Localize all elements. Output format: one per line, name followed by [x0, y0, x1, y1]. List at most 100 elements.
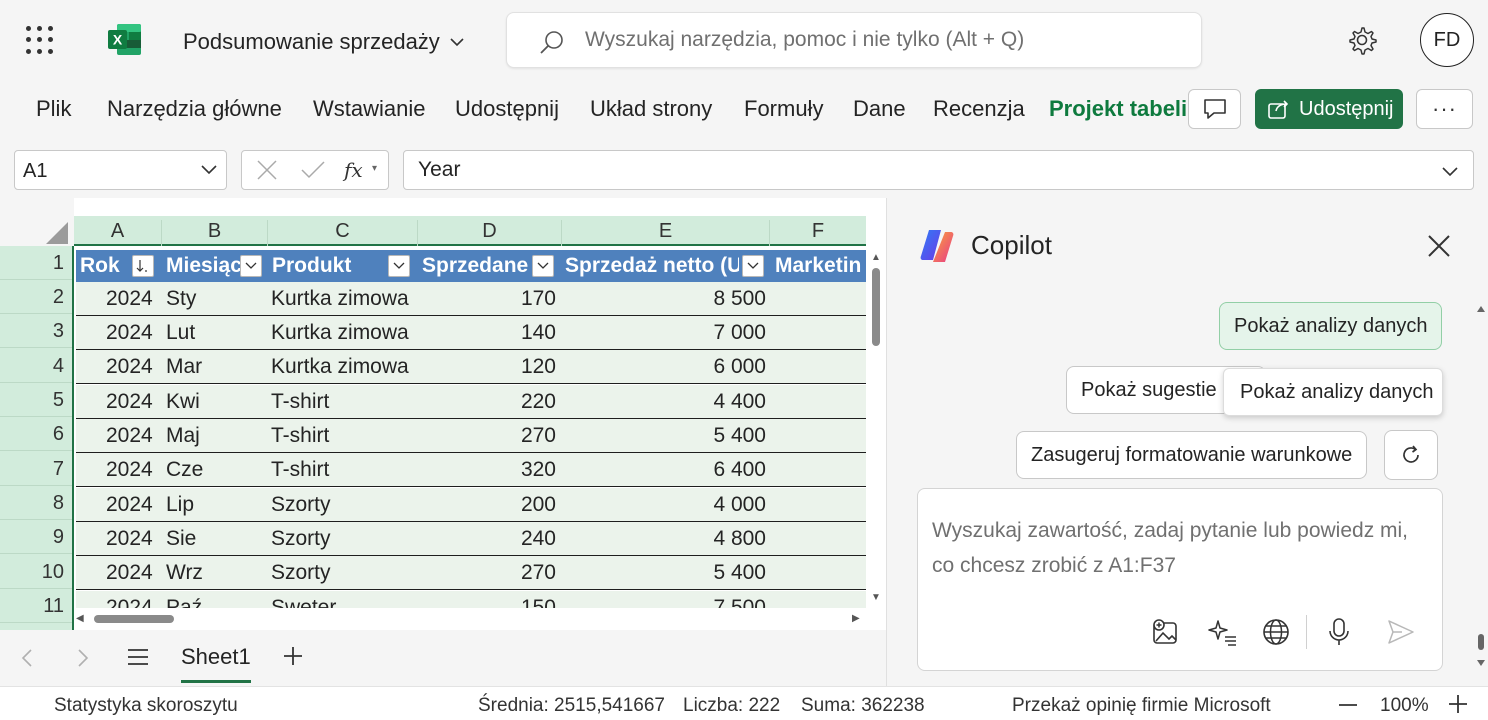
share-button[interactable]: Udostępnij [1255, 89, 1403, 129]
filter-dropdown-icon[interactable] [742, 255, 764, 277]
column-header[interactable]: C [268, 220, 418, 246]
cell-month[interactable]: Wrz [166, 561, 203, 585]
zoom-out-icon[interactable] [1338, 703, 1358, 707]
copilot-scrollbar[interactable] [1474, 300, 1488, 680]
row-header[interactable]: 4 [0, 349, 72, 383]
tab-file[interactable]: Plik [36, 96, 71, 122]
cell-month[interactable]: Maj [166, 424, 200, 448]
row-header[interactable]: 7 [0, 452, 72, 486]
row-header[interactable]: 1 [0, 246, 72, 280]
app-launcher-icon[interactable] [26, 26, 54, 54]
scroll-right-icon[interactable]: ▶ [852, 613, 860, 624]
cell-sold[interactable]: 270 [446, 424, 556, 448]
cell-product[interactable]: Kurtka zimowa [271, 321, 409, 345]
prompts-sparkle-icon[interactable] [1206, 617, 1238, 647]
cell-net-sales[interactable]: 4 800 [616, 527, 766, 551]
cell-product[interactable]: T-shirt [271, 390, 329, 414]
cell-month[interactable]: Cze [166, 458, 203, 482]
cell-sold[interactable]: 200 [446, 493, 556, 517]
cell-year[interactable]: 2024 [106, 390, 153, 414]
tab-data[interactable]: Dane [853, 96, 906, 122]
send-icon[interactable] [1386, 617, 1416, 647]
column-header[interactable]: D [418, 220, 562, 246]
user-avatar[interactable]: FD [1420, 13, 1474, 67]
cell-net-sales[interactable]: 7 000 [616, 321, 766, 345]
table-header-cell[interactable]: Sprzedane [418, 250, 530, 282]
cell-month[interactable]: Mar [166, 355, 202, 379]
cell-sold[interactable]: 220 [446, 390, 556, 414]
cell-product[interactable]: T-shirt [271, 458, 329, 482]
add-image-icon[interactable] [1150, 617, 1180, 647]
row-header[interactable]: 11 [0, 589, 72, 623]
column-header[interactable]: E [562, 220, 770, 246]
expand-formula-icon[interactable] [1441, 161, 1459, 181]
cell-year[interactable]: 2024 [106, 458, 153, 482]
cell-net-sales[interactable]: 5 400 [616, 424, 766, 448]
cell-net-sales[interactable]: 8 500 [616, 287, 766, 311]
document-title[interactable]: Podsumowanie sprzedaży [183, 29, 464, 55]
cell-year[interactable]: 2024 [106, 424, 153, 448]
cell-product[interactable]: Szorty [271, 493, 331, 517]
table-header-cell[interactable]: Miesiąc [162, 250, 248, 282]
cell-year[interactable]: 2024 [106, 527, 153, 551]
row-header[interactable]: 10 [0, 555, 72, 589]
cell-net-sales[interactable]: 4 000 [616, 493, 766, 517]
cell-sold[interactable]: 270 [446, 561, 556, 585]
sheet-tab-sheet1[interactable]: Sheet1 [181, 644, 251, 670]
add-sheet-icon[interactable] [283, 646, 303, 666]
refresh-suggestions-button[interactable] [1384, 430, 1438, 480]
workbook-statistics[interactable]: Statystyka skoroszytu [54, 695, 238, 717]
cancel-icon[interactable] [256, 159, 278, 181]
tab-table-design[interactable]: Projekt tabeli [1049, 96, 1187, 122]
zoom-in-icon[interactable] [1448, 694, 1468, 714]
scroll-up-icon[interactable]: ▲ [871, 252, 881, 263]
cell-sold[interactable]: 140 [446, 321, 556, 345]
insert-function-icon[interactable]: fx [344, 158, 363, 182]
row-header[interactable]: 3 [0, 314, 72, 348]
cell-month[interactable]: Sty [166, 287, 196, 311]
cell-sold[interactable]: 170 [446, 287, 556, 311]
row-header[interactable]: 2 [0, 280, 72, 314]
feedback-link[interactable]: Przekaż opinię firmie Microsoft [1012, 695, 1271, 717]
column-header[interactable]: A [74, 220, 162, 246]
cell-sold[interactable]: 120 [446, 355, 556, 379]
row-header[interactable]: 5 [0, 383, 72, 417]
zoom-level[interactable]: 100% [1380, 695, 1429, 717]
cell-net-sales[interactable]: 6 400 [616, 458, 766, 482]
horizontal-scroll-thumb[interactable] [94, 615, 174, 623]
cell-net-sales[interactable]: 4 400 [616, 390, 766, 414]
select-all-corner[interactable] [0, 198, 74, 246]
scroll-left-icon[interactable]: ◀ [76, 613, 84, 624]
tab-review[interactable]: Recenzja [933, 96, 1025, 122]
search-box[interactable]: Wyszukaj narzędzia, pomoc i nie tylko (A… [506, 12, 1202, 68]
tab-share[interactable]: Udostępnij [455, 96, 559, 122]
table-header-cell[interactable]: Sprzedaż netto (U [561, 250, 739, 282]
microphone-icon[interactable] [1326, 617, 1352, 647]
cell-product[interactable]: Kurtka zimowa [271, 355, 409, 379]
cell-product[interactable]: Szorty [271, 561, 331, 585]
cell-product[interactable]: Szorty [271, 527, 331, 551]
column-header[interactable]: B [162, 220, 268, 246]
suggest-conditional-formatting-chip[interactable]: Zasugeruj formatowanie warunkowe [1016, 431, 1368, 479]
more-options-button[interactable]: ··· [1416, 89, 1473, 129]
cell-sold[interactable]: 240 [446, 527, 556, 551]
cell-year[interactable]: 2024 [106, 493, 153, 517]
tab-home[interactable]: Narzędzia główne [107, 96, 282, 122]
row-header[interactable]: 8 [0, 486, 72, 520]
settings-gear-icon[interactable] [1346, 24, 1378, 56]
tab-formulas[interactable]: Formuły [744, 96, 823, 122]
close-icon[interactable] [1427, 234, 1451, 258]
show-insights-chip[interactable]: Pokaż analizy danych [1219, 302, 1443, 350]
cell-month[interactable]: Kwi [166, 390, 200, 414]
filter-dropdown-icon[interactable] [388, 255, 410, 277]
all-sheets-menu-icon[interactable] [127, 647, 149, 667]
previous-sheet-icon[interactable] [20, 648, 34, 668]
cell-month[interactable]: Sie [166, 527, 196, 551]
cell-year[interactable]: 2024 [106, 287, 153, 311]
filter-dropdown-icon[interactable] [532, 255, 554, 277]
scroll-down-icon[interactable]: ▼ [871, 592, 881, 603]
cell-product[interactable]: T-shirt [271, 424, 329, 448]
filter-dropdown-icon[interactable] [240, 255, 262, 277]
comments-button[interactable] [1188, 89, 1241, 129]
cell-sold[interactable]: 320 [446, 458, 556, 482]
